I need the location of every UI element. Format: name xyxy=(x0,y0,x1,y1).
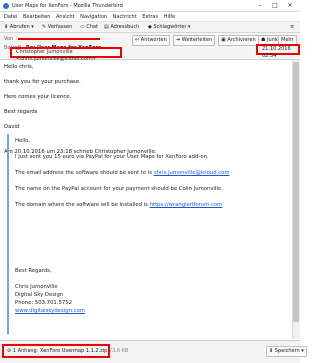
addressbook-button[interactable]: ▤ Adressbuch xyxy=(102,23,141,32)
forward-button[interactable]: ➜ Weiterleiten xyxy=(173,35,216,46)
email-link[interactable]: chris.jumonville@icloud.com xyxy=(154,170,230,176)
reply-button[interactable]: ↩ Antworten xyxy=(132,35,170,46)
menu-file[interactable]: Datei xyxy=(4,14,17,20)
app-menu-icon[interactable]: ≡ xyxy=(288,23,296,32)
website-link[interactable]: www.digitalskydesign.com xyxy=(15,308,85,314)
attachment-size: 73,6 KB xyxy=(108,348,129,354)
menu-navigation[interactable]: Navigation xyxy=(80,14,107,20)
message-date: 21.10.2016 02:54 xyxy=(262,46,291,59)
attachment-label: 1 Anhang: XenForo Usermap 1.1.2.zip xyxy=(12,348,108,354)
close-icon[interactable]: ✕ xyxy=(284,1,296,10)
maximize-icon[interactable]: □ xyxy=(269,1,281,10)
addressbook-icon: ▤ xyxy=(104,24,109,30)
quote-line: Chris Jumonville xyxy=(15,284,58,290)
redacted-sender xyxy=(18,38,100,40)
body-line: thank you for your purchase. xyxy=(4,79,81,85)
window-title: User Maps for XenForo - Mozilla Thunderb… xyxy=(12,3,123,9)
menu-message[interactable]: Nachricht xyxy=(113,14,137,20)
greeting: Hello chris, xyxy=(4,64,34,70)
save-icon: ⬇ xyxy=(269,348,274,354)
recipient-highlight[interactable]: Christopher Jumonville <chris.jumonville… xyxy=(10,47,122,62)
archive-icon: ▣ xyxy=(221,37,226,43)
minimize-icon[interactable]: – xyxy=(254,1,266,10)
menu-bar: Datei Bearbeiten Ansicht Navigation Nach… xyxy=(0,12,300,22)
quote-line: Phone: 503.701.5752 xyxy=(15,300,72,306)
menu-edit[interactable]: Bearbeiten xyxy=(23,14,50,20)
pencil-icon: ✎ xyxy=(42,24,47,30)
junk-icon: ☗ xyxy=(261,37,266,43)
menu-view[interactable]: Ansicht xyxy=(56,14,74,20)
from-label: Von xyxy=(4,36,14,42)
quote-line: The domain where the software will be in… xyxy=(15,202,223,208)
fetch-icon: ⬇ xyxy=(4,24,9,30)
quote-line: The email address the software should be… xyxy=(15,170,230,176)
quote-line: Hello, xyxy=(15,138,31,144)
quote-line: Digital Sky Design xyxy=(15,292,64,298)
chat-icon: ▭ xyxy=(80,24,85,30)
quote-line: The name on the PayPal account for your … xyxy=(15,186,223,192)
main-toolbar: ⬇ Abrufen ▾ ✎ Verfassen ▭ Chat ▤ Adressb… xyxy=(0,22,300,33)
reply-icon: ↩ xyxy=(135,37,140,43)
attachment-highlight[interactable]: ⊘ 1 Anhang: XenForo Usermap 1.1.2.zip 73… xyxy=(2,344,128,358)
quote-line: Best Regards, xyxy=(15,268,52,274)
body-line: Here comes your licence. xyxy=(4,94,72,100)
archive-button[interactable]: ▣ Archivieren xyxy=(218,35,259,46)
date-highlight: 21.10.2016 02:54 xyxy=(256,44,300,59)
title-bar: User Maps for XenForo - Mozilla Thunderb… xyxy=(0,0,300,12)
thunderbird-icon xyxy=(3,3,9,9)
chat-button[interactable]: ▭ Chat xyxy=(78,23,100,32)
menu-tools[interactable]: Extras xyxy=(142,14,158,20)
save-button[interactable]: ⬇ Speichern ▾ xyxy=(266,346,307,357)
menu-help[interactable]: Hilfe xyxy=(164,14,175,20)
fetch-button[interactable]: ⬇ Abrufen ▾ xyxy=(2,23,36,32)
closing: Best regards xyxy=(4,109,38,115)
quoted-message: Hello, I just sent you 15 euro via PayPa… xyxy=(7,134,288,334)
compose-button[interactable]: ✎ Verfassen xyxy=(40,23,74,32)
quote-line: I just sent you 15 euro via PayPal for y… xyxy=(15,154,209,160)
forward-icon: ➜ xyxy=(176,37,181,43)
paperclip-icon: ⊘ xyxy=(7,348,12,354)
tags-button[interactable]: ◆ Schlagwörter ▾ xyxy=(146,23,193,32)
signature: David xyxy=(4,124,20,130)
scrollbar-thumb[interactable] xyxy=(293,62,299,322)
message-header: Von Betreff Re: User Maps for XenForo ↩ … xyxy=(0,33,300,62)
domain-link[interactable]: https://wranglerlforum.com xyxy=(150,202,223,208)
tag-icon: ◆ xyxy=(148,24,152,30)
attachment-bar: ⊘ 1 Anhang: XenForo Usermap 1.1.2.zip 73… xyxy=(0,340,307,363)
